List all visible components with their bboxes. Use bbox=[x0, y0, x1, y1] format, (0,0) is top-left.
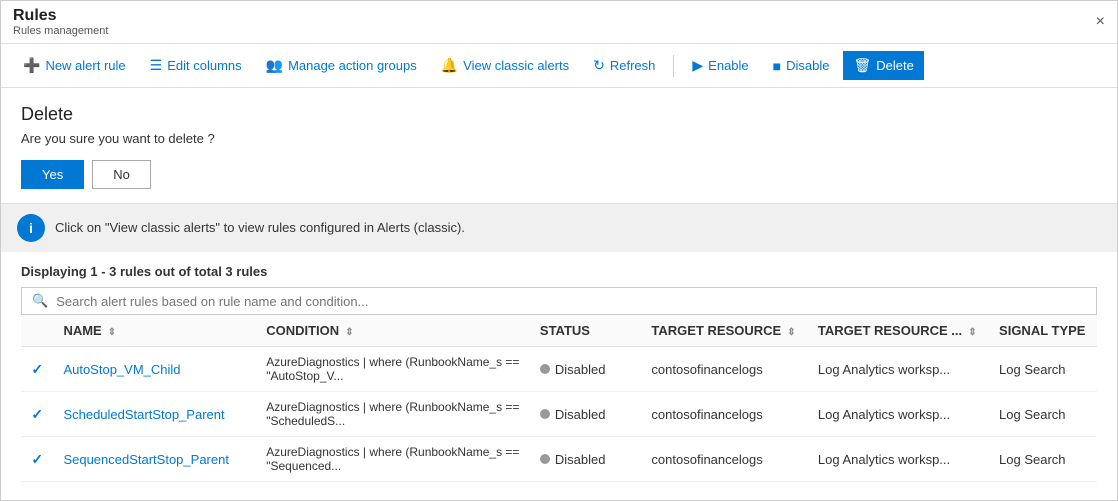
sort-icon-condition[interactable]: ⇕ bbox=[345, 327, 353, 338]
rules-table: NAME ⇕ CONDITION ⇕ STATUS TARGET RESOURC… bbox=[21, 315, 1097, 482]
new-alert-label: New alert rule bbox=[45, 58, 125, 73]
bell-icon: 🔔 bbox=[441, 57, 458, 74]
row-condition-2: AzureDiagnostics | where (RunbookName_s … bbox=[256, 437, 530, 482]
status-text: Disabled bbox=[555, 362, 606, 377]
row-target-2: contosofinancelogs bbox=[641, 437, 807, 482]
row-target-1: contosofinancelogs bbox=[641, 392, 807, 437]
title-bar-left: Rules Rules management bbox=[13, 7, 108, 37]
status-badge: Disabled bbox=[540, 362, 632, 377]
checkmark-icon: ✓ bbox=[31, 361, 43, 377]
checkmark-icon: ✓ bbox=[31, 451, 43, 467]
row-name-1: ScheduledStartStop_Parent bbox=[53, 392, 256, 437]
disable-button[interactable]: ■ Disable bbox=[763, 52, 840, 80]
rules-window: Rules Rules management × ➕ New alert rul… bbox=[0, 0, 1118, 501]
sort-icon-target[interactable]: ⇕ bbox=[787, 327, 795, 338]
status-text: Disabled bbox=[555, 452, 606, 467]
trash-icon: 🗑 bbox=[853, 57, 871, 74]
delete-actions: Yes No bbox=[21, 160, 1097, 189]
stop-icon: ■ bbox=[773, 58, 781, 74]
view-classic-label: View classic alerts bbox=[463, 58, 569, 73]
refresh-icon: ↻ bbox=[593, 57, 605, 74]
row-status-2: Disabled bbox=[530, 437, 642, 482]
play-icon: ▶ bbox=[692, 57, 703, 74]
close-button[interactable]: × bbox=[1096, 13, 1105, 31]
row-target-type-0: Log Analytics worksp... bbox=[808, 347, 989, 392]
rule-name-link-2[interactable]: SequencedStartStop_Parent bbox=[63, 452, 229, 467]
row-condition-1: AzureDiagnostics | where (RunbookName_s … bbox=[256, 392, 530, 437]
col-header-name: NAME ⇕ bbox=[53, 315, 256, 347]
columns-icon: ☰ bbox=[150, 57, 163, 74]
row-status-1: Disabled bbox=[530, 392, 642, 437]
status-badge: Disabled bbox=[540, 452, 632, 467]
delete-question: Are you sure you want to delete ? bbox=[21, 131, 1097, 146]
row-condition-0: AzureDiagnostics | where (RunbookName_s … bbox=[256, 347, 530, 392]
row-check-1[interactable]: ✓ bbox=[21, 392, 53, 437]
list-section: Displaying 1 - 3 rules out of total 3 ru… bbox=[1, 252, 1117, 482]
new-alert-button[interactable]: ➕ New alert rule bbox=[13, 51, 136, 80]
enable-button[interactable]: ▶ Enable bbox=[682, 51, 758, 80]
col-header-status: STATUS bbox=[530, 315, 642, 347]
status-badge: Disabled bbox=[540, 407, 632, 422]
status-dot bbox=[540, 454, 550, 464]
rule-name-link-1[interactable]: ScheduledStartStop_Parent bbox=[63, 407, 224, 422]
window-subtitle: Rules management bbox=[13, 25, 108, 37]
toolbar-separator bbox=[673, 55, 674, 77]
info-icon: i bbox=[17, 214, 45, 242]
window-title: Rules bbox=[13, 7, 108, 25]
search-icon: 🔍 bbox=[32, 293, 48, 309]
checkmark-icon: ✓ bbox=[31, 406, 43, 422]
title-bar: Rules Rules management × bbox=[1, 1, 1117, 44]
col-header-target-type: TARGET RESOURCE ... ⇕ bbox=[808, 315, 989, 347]
col-header-target-resource: TARGET RESOURCE ⇕ bbox=[641, 315, 807, 347]
row-name-0: AutoStop_VM_Child bbox=[53, 347, 256, 392]
sort-icon-name[interactable]: ⇕ bbox=[108, 327, 116, 338]
rule-name-link-0[interactable]: AutoStop_VM_Child bbox=[63, 362, 180, 377]
delete-title: Delete bbox=[21, 104, 1097, 125]
row-target-0: contosofinancelogs bbox=[641, 347, 807, 392]
col-header-check bbox=[21, 315, 53, 347]
manage-action-label: Manage action groups bbox=[288, 58, 417, 73]
table-row: ✓ SequencedStartStop_Parent AzureDiagnos… bbox=[21, 437, 1097, 482]
row-target-type-2: Log Analytics worksp... bbox=[808, 437, 989, 482]
refresh-button[interactable]: ↻ Refresh bbox=[583, 51, 665, 80]
row-signal-1: Log Search bbox=[989, 392, 1097, 437]
delete-label: Delete bbox=[876, 58, 914, 73]
search-input[interactable] bbox=[56, 294, 1086, 309]
plus-icon: ➕ bbox=[23, 57, 40, 74]
main-content: Delete Are you sure you want to delete ?… bbox=[1, 88, 1117, 500]
disable-label: Disable bbox=[786, 58, 829, 73]
refresh-label: Refresh bbox=[610, 58, 656, 73]
status-dot bbox=[540, 364, 550, 374]
table-row: ✓ ScheduledStartStop_Parent AzureDiagnos… bbox=[21, 392, 1097, 437]
row-signal-0: Log Search bbox=[989, 347, 1097, 392]
row-status-0: Disabled bbox=[530, 347, 642, 392]
edit-columns-button[interactable]: ☰ Edit columns bbox=[140, 51, 252, 80]
enable-label: Enable bbox=[708, 58, 748, 73]
row-name-2: SequencedStartStop_Parent bbox=[53, 437, 256, 482]
delete-button[interactable]: 🗑 Delete bbox=[843, 51, 923, 80]
col-header-signal-type: SIGNAL TYPE bbox=[989, 315, 1097, 347]
status-text: Disabled bbox=[555, 407, 606, 422]
table-row: ✓ AutoStop_VM_Child AzureDiagnostics | w… bbox=[21, 347, 1097, 392]
row-check-2[interactable]: ✓ bbox=[21, 437, 53, 482]
delete-section: Delete Are you sure you want to delete ?… bbox=[1, 88, 1117, 204]
sort-icon-target-type[interactable]: ⇕ bbox=[968, 327, 976, 338]
display-count: Displaying 1 - 3 rules out of total 3 ru… bbox=[21, 264, 1097, 279]
people-icon: 👥 bbox=[266, 57, 283, 74]
row-check-0[interactable]: ✓ bbox=[21, 347, 53, 392]
info-text: Click on "View classic alerts" to view r… bbox=[55, 214, 465, 238]
row-signal-2: Log Search bbox=[989, 437, 1097, 482]
manage-action-button[interactable]: 👥 Manage action groups bbox=[256, 51, 427, 80]
row-target-type-1: Log Analytics worksp... bbox=[808, 392, 989, 437]
toolbar: ➕ New alert rule ☰ Edit columns 👥 Manage… bbox=[1, 44, 1117, 88]
yes-button[interactable]: Yes bbox=[21, 160, 84, 189]
info-banner: i Click on "View classic alerts" to view… bbox=[1, 204, 1117, 252]
no-button[interactable]: No bbox=[92, 160, 151, 189]
status-dot bbox=[540, 409, 550, 419]
search-bar: 🔍 bbox=[21, 287, 1097, 315]
view-classic-button[interactable]: 🔔 View classic alerts bbox=[431, 51, 579, 80]
edit-columns-label: Edit columns bbox=[167, 58, 241, 73]
col-header-condition: CONDITION ⇕ bbox=[256, 315, 530, 347]
